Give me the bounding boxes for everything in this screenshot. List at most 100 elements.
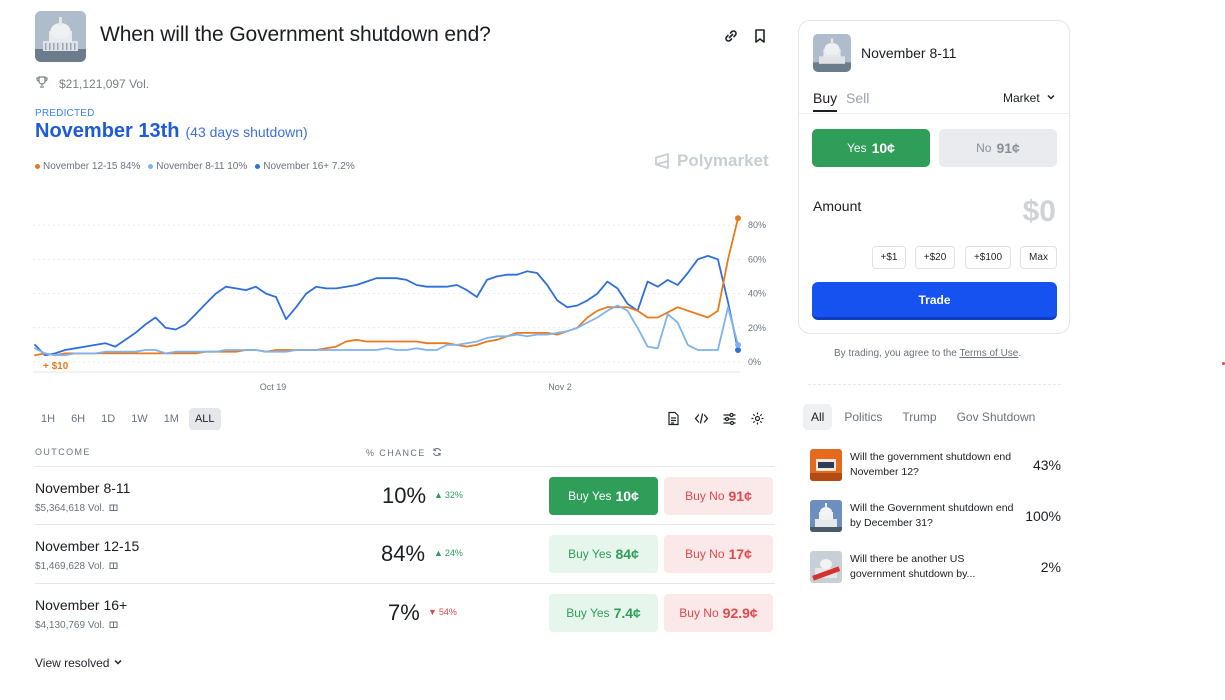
code-embed-icon[interactable]	[694, 411, 709, 426]
triangle-up-icon: ▲	[434, 490, 443, 500]
buy-no-button[interactable]: Buy No 91¢	[664, 477, 773, 515]
related-market-chance: 2%	[1040, 559, 1061, 575]
document-icon[interactable]	[666, 411, 681, 426]
gear-icon[interactable]	[750, 411, 765, 426]
sliders-icon[interactable]	[722, 411, 737, 426]
series-line	[34, 304, 739, 357]
buy-yes-button[interactable]: Buy Yes 84¢	[549, 535, 658, 573]
y-tick-label: 0%	[748, 357, 761, 367]
related-market-image	[810, 449, 842, 481]
predicted-subtext: (43 days shutdown)	[185, 124, 308, 140]
legend-item: November 8-11 10%	[148, 161, 247, 172]
y-tick-label: 40%	[748, 289, 766, 299]
related-market-title: Will there be another US government shut…	[850, 553, 976, 580]
trade-button[interactable]: Trade	[812, 282, 1057, 320]
tab-trump[interactable]: Trump	[894, 404, 944, 430]
polymarket-watermark: Polymarket	[653, 151, 769, 171]
outcome-row[interactable]: November 12-15 $1,469,628 Vol. 84% ▲ 24% …	[35, 524, 775, 582]
chevron-down-icon	[113, 656, 123, 670]
related-market[interactable]: Will the government shutdown end Novembe…	[810, 447, 1061, 483]
no-outcome-button[interactable]: No 91¢	[939, 129, 1057, 167]
add-1-button[interactable]: +$1	[872, 246, 906, 269]
y-tick-label: 80%	[748, 220, 766, 230]
legend-item: November 16+ 7.2%	[255, 161, 355, 172]
bookmark-icon[interactable]	[751, 27, 769, 45]
range-1d[interactable]: 1D	[95, 408, 121, 430]
outcome-name: November 8-11	[35, 480, 131, 496]
terms-of-use-link[interactable]: Terms of Use	[959, 348, 1018, 359]
outcome-image	[813, 34, 851, 72]
outcome-row[interactable]: November 16+ $4,130,769 Vol. 7% ▼ 54% Buy…	[35, 583, 775, 641]
polymarket-logo-icon	[655, 153, 669, 169]
x-tick-label: Nov 2	[548, 382, 572, 392]
predicted-outcome: November 13th (43 days shutdown)	[35, 120, 308, 143]
related-market-title: Will the government shutdown end Novembe…	[850, 451, 1012, 478]
buy-no-button[interactable]: Buy No 92.9¢	[664, 594, 773, 632]
refresh-icon[interactable]	[432, 447, 442, 459]
chart-legend: November 12-15 84% November 8-11 10% Nov…	[35, 161, 355, 172]
tab-politics[interactable]: Politics	[836, 404, 890, 430]
related-market-image	[810, 551, 842, 583]
gift-icon	[109, 619, 118, 631]
range-1w[interactable]: 1W	[125, 408, 154, 430]
gift-icon	[109, 560, 118, 572]
series-endpoint	[735, 347, 741, 354]
triangle-down-icon: ▼	[428, 607, 437, 617]
market-title: When will the Government shutdown end?	[100, 23, 491, 46]
buy-yes-button[interactable]: Buy Yes 7.4¢	[549, 594, 658, 632]
buy-yes-button[interactable]: Buy Yes 10¢	[549, 477, 658, 515]
series-line	[34, 217, 739, 357]
market-image	[35, 11, 86, 62]
outcome-name: November 12-15	[35, 538, 140, 554]
outcome-chance: 84%	[381, 541, 426, 566]
add-100-button[interactable]: +$100	[965, 246, 1011, 269]
chevron-down-icon	[1046, 91, 1056, 105]
series-line	[34, 255, 739, 357]
related-market[interactable]: Will the Government shutdown end by Dece…	[810, 498, 1061, 534]
price-chart[interactable]: 0% 20% 40% 60% 80% Oct 19 Nov 2 + $10	[33, 200, 773, 400]
time-range-selector: 1H 6H 1D 1W 1M ALL	[35, 408, 221, 430]
yes-outcome-button[interactable]: Yes 10¢	[812, 129, 930, 167]
chance-delta: ▲ 24%	[434, 548, 463, 558]
buy-no-button[interactable]: Buy No 17¢	[664, 535, 773, 573]
add-20-button[interactable]: +$20	[915, 246, 955, 269]
predicted-label: PREDICTED	[35, 108, 95, 119]
range-6h[interactable]: 6H	[65, 408, 91, 430]
chance-delta: ▼ 54%	[428, 607, 457, 617]
link-icon[interactable]	[722, 27, 740, 45]
chance-delta: ▲ 32%	[434, 490, 463, 500]
range-1m[interactable]: 1M	[158, 408, 185, 430]
range-all[interactable]: ALL	[188, 408, 221, 430]
terms-notice: By trading, you agree to the Terms of Us…	[834, 348, 1022, 359]
amount-label: Amount	[813, 198, 862, 214]
predicted-value: November 13th	[35, 120, 180, 142]
chart-annotation: + $10	[43, 361, 69, 372]
legend-item: November 12-15 84%	[35, 161, 140, 172]
chance-column-header: % CHANCE	[366, 447, 442, 459]
view-resolved-toggle[interactable]: View resolved	[35, 656, 123, 670]
range-1h[interactable]: 1H	[35, 408, 61, 430]
amount-input[interactable]: $0	[1023, 195, 1056, 229]
outcome-name: November 16+	[35, 597, 128, 613]
divider	[808, 384, 1061, 385]
order-type-dropdown[interactable]: Market	[1003, 91, 1056, 105]
tab-all[interactable]: All	[803, 404, 833, 430]
max-button[interactable]: Max	[1020, 246, 1057, 269]
tab-buy[interactable]: Buy	[813, 90, 838, 112]
trophy-icon	[35, 75, 49, 92]
market-volume: $21,121,097 Vol.	[59, 76, 150, 91]
x-tick-label: Oct 19	[260, 382, 287, 392]
outcome-volume: $5,364,618 Vol.	[35, 502, 118, 514]
y-tick-label: 60%	[748, 254, 766, 264]
outcome-row[interactable]: November 8-11 $5,364,618 Vol. 10% ▲ 32% B…	[35, 466, 775, 524]
outcome-chance: 7%	[388, 600, 420, 625]
tab-gov-shutdown[interactable]: Gov Shutdown	[949, 404, 1044, 430]
series-endpoint	[735, 341, 741, 348]
triangle-up-icon: ▲	[434, 548, 443, 558]
related-market[interactable]: Will there be another US government shut…	[810, 549, 1061, 585]
y-tick-label: 20%	[748, 323, 766, 333]
tab-sell[interactable]: Sell	[846, 90, 869, 106]
related-market-image	[810, 500, 842, 532]
related-market-chance: 43%	[1032, 457, 1061, 473]
gift-icon	[109, 502, 118, 514]
